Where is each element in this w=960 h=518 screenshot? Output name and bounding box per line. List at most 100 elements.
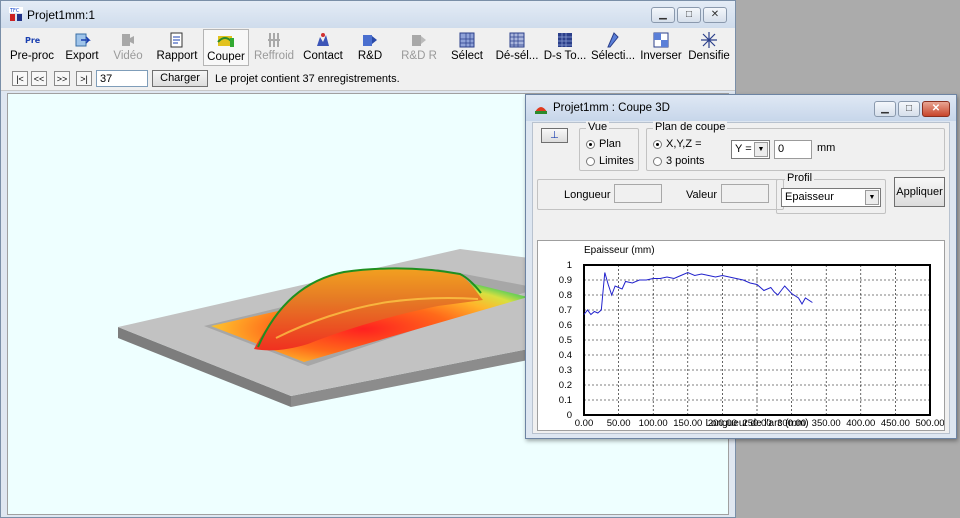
rd-r-icon [412, 35, 426, 46]
dialog-titlebar[interactable]: Projet1mm : Coupe 3D ▁ □ ✕ [526, 95, 956, 121]
longueur-label: Longueur [564, 189, 611, 201]
coupe-3d-dialog: Projet1mm : Coupe 3D ▁ □ ✕ ⊥ Vue Plan Li… [525, 94, 957, 439]
toolbar-label: Rapport [156, 50, 198, 62]
toolbar-label: Dé-sél... [495, 50, 539, 62]
toolbar-rapport-button[interactable]: Rapport [154, 29, 200, 66]
dialog-maximize-button[interactable]: □ [898, 101, 920, 117]
toolbar-selection-tool-button[interactable]: Sélecti... [590, 29, 636, 66]
previous-record-button[interactable]: << [31, 71, 47, 86]
vue-plan-radio[interactable]: Plan [586, 138, 621, 150]
radio-label: Limites [599, 155, 634, 167]
y-tick-label: 0.8 [559, 290, 572, 301]
toolbar-rd-r-button[interactable]: R&D R [399, 29, 439, 66]
chart-title: Epaisseur (mm) [584, 245, 655, 256]
x-tick-label: 150.00 [673, 418, 702, 429]
next-record-button[interactable]: >> [54, 71, 70, 86]
main-title: Projet1mm:1 [27, 8, 96, 22]
densify-icon [701, 32, 717, 48]
axis-select-value: Y = [735, 143, 752, 155]
plane-unit-label: mm [817, 142, 836, 154]
profil-select[interactable]: Epaisseur ▼ [781, 188, 881, 207]
select-icon [459, 32, 475, 48]
axis-select[interactable]: Y = ▼ [731, 140, 770, 159]
x-tick-label: 500.00 [915, 418, 944, 429]
toolbar: Pre Pre-proc Export Vidéo Rapport Couper… [1, 28, 735, 69]
close-button[interactable]: ✕ [703, 7, 727, 23]
dialog-minimize-button[interactable]: ▁ [874, 101, 896, 117]
toolbar-label: Densifie [688, 50, 730, 62]
plane-value-input[interactable]: 0 [774, 140, 812, 159]
minimize-button[interactable]: ▁ [651, 7, 675, 23]
deselect-icon [509, 32, 525, 48]
svg-text:TFC: TFC [9, 8, 20, 14]
dialog-body: ⊥ Vue Plan Limites Plan de coupe X,Y,Z =… [532, 121, 950, 434]
first-record-button[interactable]: |< [12, 71, 28, 86]
contact-icon [317, 33, 329, 46]
record-number-input[interactable] [96, 70, 148, 87]
toolbar-label: Sélecti... [590, 50, 636, 62]
toolbar-label: Reffroid [253, 50, 295, 62]
toolbar-rd-button[interactable]: R&D [353, 29, 387, 66]
toolbar-couper-button[interactable]: Couper [203, 29, 249, 66]
chevron-down-icon: ▼ [865, 190, 879, 205]
load-button[interactable]: Charger [152, 70, 208, 87]
chevron-down-icon: ▼ [754, 142, 768, 157]
toolbar-preproc-button[interactable]: Pre Pre-proc [7, 29, 57, 66]
radio-dot [653, 139, 662, 149]
radio-label: Plan [599, 138, 622, 150]
plan-de-coupe-group: Plan de coupe X,Y,Z = 3 points Y = ▼ 0 m… [646, 121, 945, 171]
toolbar-invert-button[interactable]: Inverser [639, 29, 683, 66]
vue-group: Vue Plan Limites [579, 121, 639, 171]
selection-tool-icon [607, 32, 619, 48]
main-titlebar[interactable]: TFC Projet1mm:1 ▁ □ ✕ [1, 1, 735, 28]
x-tick-label: 450.00 [881, 418, 910, 429]
close-icon: ✕ [710, 9, 720, 20]
toolbar-label: D-s To... [543, 50, 587, 62]
record-navigation-bar: |< << >> >| Charger Le projet contient 3… [1, 68, 735, 91]
minimize-icon: ▁ [659, 9, 667, 20]
toolbar-export-button[interactable]: Export [61, 29, 103, 66]
valeur-field [721, 184, 769, 203]
toolbar-deselect-all-button[interactable]: D-s To... [542, 29, 588, 66]
toolbar-reffroid-button[interactable]: Reffroid [252, 29, 296, 66]
maximize-button[interactable]: □ [677, 7, 701, 23]
radio-label: 3 points [666, 155, 705, 167]
toolbar-label: Export [65, 50, 99, 62]
y-tick-label: 0 [567, 410, 572, 421]
3d-cut-icon [535, 107, 547, 114]
radio-label: X,Y,Z = [666, 138, 702, 150]
toolbar-select-button[interactable]: Sélect [448, 29, 486, 66]
y-tick-label: 0.7 [559, 305, 572, 316]
tfc-app-icon: TFC [9, 7, 23, 21]
pin-icon: ⊥ [550, 130, 559, 141]
toolbar-label: Pre-proc [9, 50, 55, 62]
valeur-label: Valeur [686, 189, 717, 201]
thickness-profile-chart: Epaisseur (mm) 0.00 50.00 100.00 150.00 200.… [559, 245, 945, 429]
toolbar-video-button[interactable]: Vidéo [107, 29, 149, 66]
cut-icon [217, 36, 234, 47]
plan-xyz-radio[interactable]: X,Y,Z = [653, 138, 702, 150]
vue-group-label: Vue [586, 121, 610, 133]
measure-group: Longueur Valeur [537, 179, 784, 210]
invert-icon [653, 32, 669, 48]
y-tick-label: 0.2 [559, 380, 572, 391]
x-tick-label: 400.00 [846, 418, 875, 429]
pin-button[interactable]: ⊥ [541, 128, 568, 143]
last-record-button[interactable]: >| [76, 71, 92, 86]
vue-limites-radio[interactable]: Limites [586, 155, 634, 167]
close-icon: ✕ [931, 103, 941, 114]
toolbar-label: Contact [303, 50, 343, 62]
dialog-close-button[interactable]: ✕ [922, 101, 950, 117]
x-tick-label: 50.00 [607, 418, 631, 429]
toolbar-densify-button[interactable]: Densifie [687, 29, 731, 66]
video-icon [122, 34, 134, 46]
toolbar-deselect-button[interactable]: Dé-sél... [494, 29, 540, 66]
y-tick-label: 0.6 [559, 320, 572, 331]
apply-button[interactable]: Appliquer [894, 177, 945, 207]
y-tick-label: 0.4 [559, 350, 572, 361]
y-tick-labels: 0 0.1 0.2 0.3 0.4 0.5 0.6 0.7 0.8 0.9 1 [559, 260, 572, 421]
record-count-status: Le projet contient 37 enregistrements. [215, 73, 400, 85]
plan-3points-radio[interactable]: 3 points [653, 155, 705, 167]
toolbar-contact-button[interactable]: Contact [301, 29, 345, 66]
profile-chart-panel: Epaisseur (mm) 0.00 50.00 100.00 150.00 200.… [537, 240, 945, 431]
